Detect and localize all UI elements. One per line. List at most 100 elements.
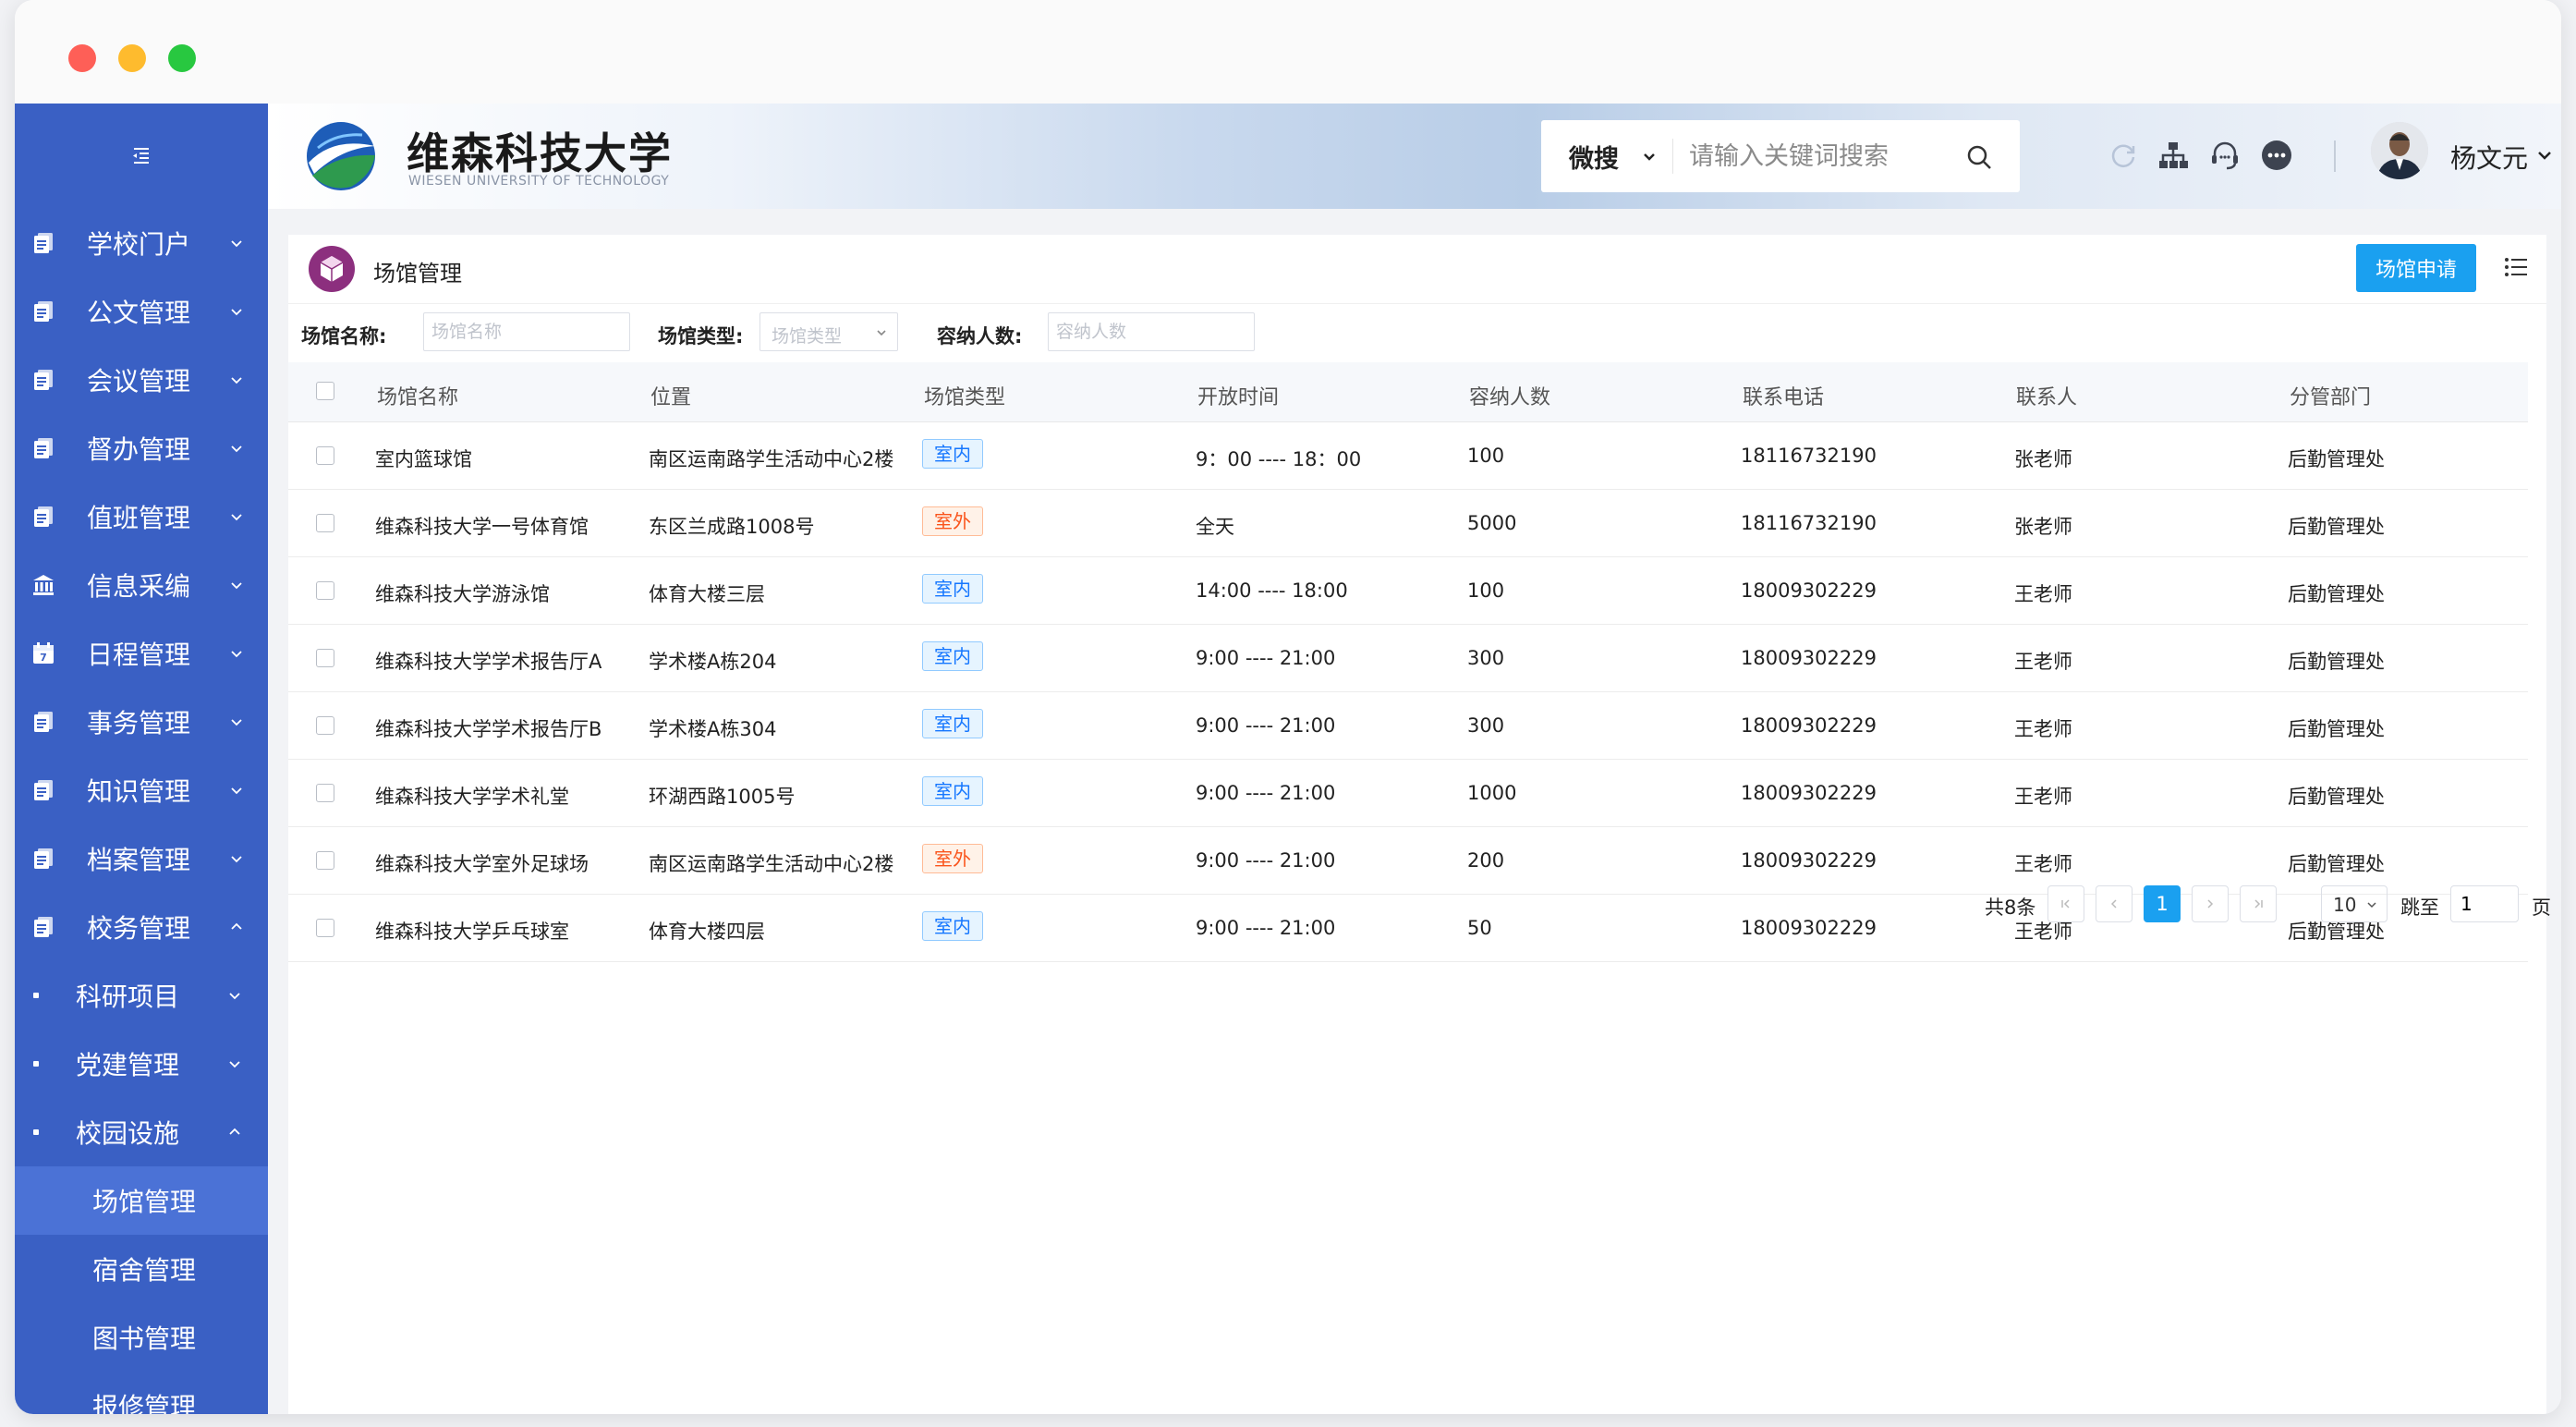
table-row[interactable]: 维森科技大学一号体育馆 东区兰成路1008号 室外 全天 5000 18116732190…	[288, 490, 2528, 557]
page-1-button[interactable]: 1	[2144, 885, 2181, 922]
row-checkbox[interactable]	[316, 446, 334, 465]
row-checkbox[interactable]	[316, 649, 334, 667]
sidebar-item[interactable]: 学校门户	[15, 209, 268, 277]
venue-type-tag: 室外	[922, 506, 983, 536]
cell-name: 室内篮球馆	[375, 448, 472, 470]
cell-contact: 王老师	[2014, 583, 2072, 605]
close-window-button[interactable]	[68, 44, 96, 72]
table-row[interactable]: 维森科技大学游泳馆 体育大楼三层 室内 14:00 ---- 18:00 100 1800…	[288, 557, 2528, 625]
cell-hours: 9:00 ---- 21:00	[1196, 714, 1336, 737]
chevron-down-icon	[227, 849, 246, 868]
sidebar-subitem[interactable]: 科研项目	[15, 961, 268, 1030]
column-header[interactable]: 开放时间	[1197, 381, 1279, 410]
sidebar-item[interactable]: 公文管理	[15, 277, 268, 346]
next-page-button[interactable]	[2192, 885, 2229, 922]
sidebar-item[interactable]: 值班管理	[15, 482, 268, 551]
sidebar-item[interactable]: 知识管理	[15, 756, 268, 824]
sidebar-subitem[interactable]: 党建管理	[15, 1030, 268, 1098]
cell-contact: 王老师	[2014, 651, 2072, 673]
chevron-down-icon	[877, 330, 886, 336]
university-logo	[307, 122, 375, 190]
first-page-button[interactable]	[2047, 885, 2084, 922]
sidebar-leaf-active[interactable]: 场馆管理	[15, 1166, 268, 1235]
sidebar-subitem[interactable]: 校园设施	[15, 1098, 268, 1166]
venue-apply-button[interactable]: 场馆申请	[2356, 244, 2476, 292]
prev-page-button[interactable]	[2096, 885, 2132, 922]
table-row[interactable]: 维森科技大学学术报告厅B 学术楼A栋304 室内 9:00 ---- 21:00 300…	[288, 692, 2528, 760]
column-header[interactable]: 分管部门	[2290, 381, 2371, 410]
cell-phone: 18116732190	[1741, 445, 1877, 467]
table-row[interactable]: 维森科技大学学术礼堂 环湖西路1005号 室内 9:00 ---- 21:00 1000…	[288, 760, 2528, 827]
refresh-icon[interactable]	[2107, 139, 2140, 172]
customer-service-icon[interactable]	[2208, 139, 2242, 172]
sidebar-item-label: 公文管理	[87, 298, 191, 328]
capacity-input[interactable]	[1048, 312, 1255, 351]
column-header[interactable]: 容纳人数	[1469, 381, 1550, 410]
avatar[interactable]	[2371, 122, 2428, 179]
more-icon[interactable]	[2260, 139, 2293, 172]
column-header[interactable]: 联系电话	[1743, 381, 1824, 410]
row-checkbox[interactable]	[316, 514, 334, 532]
sidebar-toggle[interactable]	[15, 104, 268, 209]
select-all-checkbox[interactable]	[316, 382, 334, 400]
last-page-button[interactable]	[2240, 885, 2277, 922]
search-scope-select[interactable]: 微搜	[1569, 139, 1619, 175]
chevron-down-icon	[227, 507, 246, 526]
header: 维森科技大学 WIESEN UNIVERSITY OF TECHNOLOGY 微…	[268, 104, 2561, 209]
column-header[interactable]: 联系人	[2016, 381, 2077, 410]
sidebar-item[interactable]: 7 日程管理	[15, 619, 268, 688]
cell-dept: 后勤管理处	[2288, 786, 2385, 808]
goto-suffix: 页	[2532, 896, 2551, 919]
cell-phone: 18009302229	[1741, 849, 1877, 872]
column-header[interactable]: 位置	[650, 381, 691, 410]
sidebar-item[interactable]: 事务管理	[15, 688, 268, 756]
goto-label: 跳至	[2400, 896, 2439, 919]
cell-hours: 9:00 ---- 21:00	[1196, 647, 1336, 669]
sidebar-item[interactable]: 督办管理	[15, 414, 268, 482]
table-row[interactable]: 维森科技大学学术报告厅A 学术楼A栋204 室内 9:00 ---- 21:00 300…	[288, 625, 2528, 692]
row-checkbox[interactable]	[316, 716, 334, 735]
title-bar	[15, 0, 2561, 104]
venue-name-input[interactable]	[423, 312, 630, 351]
venue-name-label: 场馆名称:	[301, 325, 387, 348]
cube-icon	[309, 246, 355, 292]
venue-type-select[interactable]: 场馆类型	[759, 312, 898, 351]
cell-location: 环湖西路1005号	[649, 786, 796, 808]
minimize-window-button[interactable]	[118, 44, 146, 72]
scrollbar[interactable]	[2550, 209, 2561, 1414]
document-icon	[31, 231, 55, 255]
page-title: 场馆管理	[373, 261, 462, 287]
venue-type-tag: 室内	[922, 641, 983, 671]
document-icon	[31, 710, 55, 734]
row-checkbox[interactable]	[316, 581, 334, 600]
username[interactable]: 杨文元	[2450, 139, 2528, 176]
search-icon[interactable]	[1964, 142, 1994, 172]
goto-page-input[interactable]	[2450, 885, 2519, 922]
cell-dept: 后勤管理处	[2288, 583, 2385, 605]
cell-location: 南区运南路学生活动中心2楼	[649, 853, 894, 875]
column-header[interactable]: 场馆名称	[377, 381, 458, 410]
sidebar-leaf[interactable]: 宿舍管理	[15, 1235, 268, 1303]
sidebar-item[interactable]: 校务管理	[15, 893, 268, 961]
panel-header: 场馆管理 场馆申请	[288, 235, 2546, 304]
sidebar-item[interactable]: 档案管理	[15, 824, 268, 893]
page-size-select[interactable]: 10	[2321, 885, 2388, 922]
org-chart-icon[interactable]	[2157, 139, 2190, 172]
chevron-down-icon[interactable]	[2535, 146, 2554, 165]
sidebar-leaf[interactable]: 报修管理	[15, 1372, 268, 1414]
column-header[interactable]: 场馆类型	[924, 381, 1005, 410]
cell-capacity: 100	[1467, 445, 1505, 467]
chevron-down-icon	[227, 713, 246, 731]
cell-location: 体育大楼三层	[649, 583, 765, 605]
sidebar-leaf[interactable]: 图书管理	[15, 1303, 268, 1372]
cell-capacity: 200	[1467, 849, 1505, 872]
row-checkbox[interactable]	[316, 784, 334, 802]
search-input[interactable]	[1687, 135, 1950, 177]
sidebar-item[interactable]: 会议管理	[15, 346, 268, 414]
row-checkbox[interactable]	[316, 851, 334, 870]
sidebar-item[interactable]: 信息采编	[15, 551, 268, 619]
maximize-window-button[interactable]	[168, 44, 196, 72]
double-chevron-left-icon	[2061, 899, 2070, 909]
table-row[interactable]: 室内篮球馆 南区运南路学生活动中心2楼 室内 9：00 ---- 18：00 100 18…	[288, 422, 2528, 490]
list-icon[interactable]	[2502, 253, 2530, 281]
